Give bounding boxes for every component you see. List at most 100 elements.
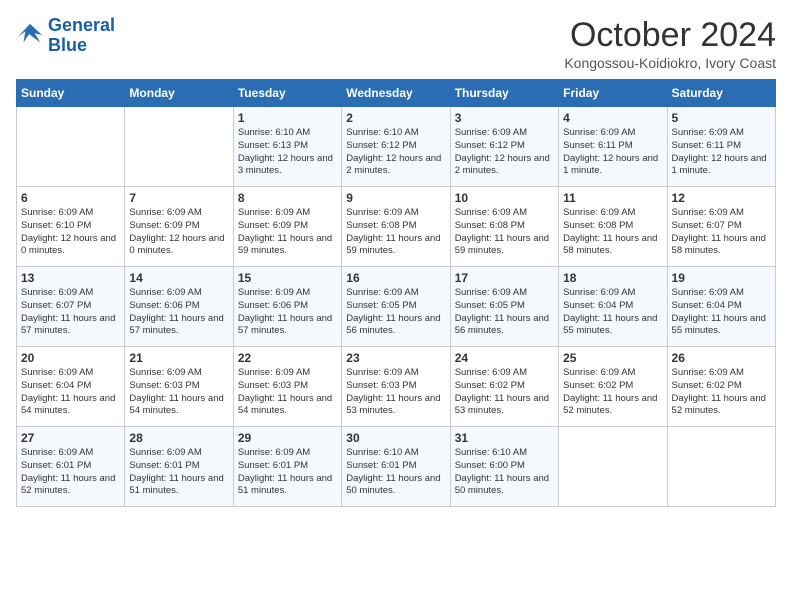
day-info: Sunrise: 6:09 AM Sunset: 6:05 PM Dayligh…	[346, 287, 445, 338]
calendar-week-row: 20 Sunrise: 6:09 AM Sunset: 6:04 PM Dayli…	[17, 347, 776, 427]
calendar-day-cell	[559, 427, 667, 507]
calendar-day-cell: 13 Sunrise: 6:09 AM Sunset: 6:07 PM Dayli…	[17, 267, 125, 347]
day-number: 7	[129, 191, 228, 205]
day-info: Sunrise: 6:10 AM Sunset: 6:00 PM Dayligh…	[455, 447, 554, 498]
day-info: Sunrise: 6:09 AM Sunset: 6:07 PM Dayligh…	[672, 207, 771, 258]
calendar-day-cell: 7 Sunrise: 6:09 AM Sunset: 6:09 PM Daylig…	[125, 187, 233, 267]
calendar-day-cell: 22 Sunrise: 6:09 AM Sunset: 6:03 PM Dayli…	[233, 347, 341, 427]
day-number: 15	[238, 271, 337, 285]
calendar-day-cell: 1Sunrise: 6:10 AM Sunset: 6:13 PM Daylig…	[233, 107, 341, 187]
calendar-day-cell	[17, 107, 125, 187]
weekday-header-cell: Tuesday	[233, 80, 341, 107]
calendar-day-cell: 5 Sunrise: 6:09 AM Sunset: 6:11 PM Daylig…	[667, 107, 775, 187]
day-info: Sunrise: 6:09 AM Sunset: 6:04 PM Dayligh…	[672, 287, 771, 338]
calendar-day-cell: 24 Sunrise: 6:09 AM Sunset: 6:02 PM Dayli…	[450, 347, 558, 427]
calendar-week-row: 13 Sunrise: 6:09 AM Sunset: 6:07 PM Dayli…	[17, 267, 776, 347]
calendar-day-cell: 20 Sunrise: 6:09 AM Sunset: 6:04 PM Dayli…	[17, 347, 125, 427]
weekday-header-cell: Sunday	[17, 80, 125, 107]
day-info: Sunrise: 6:09 AM Sunset: 6:09 PM Dayligh…	[129, 207, 228, 258]
day-info: Sunrise: 6:10 AM Sunset: 6:01 PM Dayligh…	[346, 447, 445, 498]
weekday-header-cell: Friday	[559, 80, 667, 107]
calendar-day-cell	[125, 107, 233, 187]
day-number: 9	[346, 191, 445, 205]
calendar-table: SundayMondayTuesdayWednesdayThursdayFrid…	[16, 79, 776, 507]
day-number: 14	[129, 271, 228, 285]
calendar-day-cell: 9 Sunrise: 6:09 AM Sunset: 6:08 PM Daylig…	[342, 187, 450, 267]
day-number: 31	[455, 431, 554, 445]
day-number: 22	[238, 351, 337, 365]
day-info: Sunrise: 6:09 AM Sunset: 6:01 PM Dayligh…	[129, 447, 228, 498]
page-header: General Blue October 2024 Kongossou-Koid…	[16, 16, 776, 71]
calendar-day-cell: 31 Sunrise: 6:10 AM Sunset: 6:00 PM Dayli…	[450, 427, 558, 507]
calendar-body: 1Sunrise: 6:10 AM Sunset: 6:13 PM Daylig…	[17, 107, 776, 507]
day-number: 10	[455, 191, 554, 205]
day-info: Sunrise: 6:09 AM Sunset: 6:08 PM Dayligh…	[455, 207, 554, 258]
day-info: Sunrise: 6:09 AM Sunset: 6:11 PM Dayligh…	[672, 127, 771, 178]
weekday-header-cell: Thursday	[450, 80, 558, 107]
day-number: 4	[563, 111, 662, 125]
day-number: 25	[563, 351, 662, 365]
calendar-day-cell: 11Sunrise: 6:09 AM Sunset: 6:08 PM Dayli…	[559, 187, 667, 267]
logo: General Blue	[16, 16, 115, 56]
calendar-day-cell: 21 Sunrise: 6:09 AM Sunset: 6:03 PM Dayli…	[125, 347, 233, 427]
day-number: 28	[129, 431, 228, 445]
calendar-day-cell: 27Sunrise: 6:09 AM Sunset: 6:01 PM Dayli…	[17, 427, 125, 507]
day-number: 27	[21, 431, 120, 445]
calendar-day-cell: 3Sunrise: 6:09 AM Sunset: 6:12 PM Daylig…	[450, 107, 558, 187]
day-number: 6	[21, 191, 120, 205]
day-info: Sunrise: 6:09 AM Sunset: 6:03 PM Dayligh…	[238, 367, 337, 418]
title-block: October 2024 Kongossou-Koidiokro, Ivory …	[564, 16, 776, 71]
logo-icon	[16, 22, 44, 50]
logo-blue: Blue	[48, 35, 87, 55]
day-info: Sunrise: 6:09 AM Sunset: 6:06 PM Dayligh…	[238, 287, 337, 338]
day-info: Sunrise: 6:09 AM Sunset: 6:04 PM Dayligh…	[21, 367, 120, 418]
calendar-day-cell: 17 Sunrise: 6:09 AM Sunset: 6:05 PM Dayli…	[450, 267, 558, 347]
day-info: Sunrise: 6:09 AM Sunset: 6:02 PM Dayligh…	[672, 367, 771, 418]
weekday-header-cell: Saturday	[667, 80, 775, 107]
day-number: 5	[672, 111, 771, 125]
day-info: Sunrise: 6:09 AM Sunset: 6:03 PM Dayligh…	[129, 367, 228, 418]
calendar-day-cell: 29Sunrise: 6:09 AM Sunset: 6:01 PM Dayli…	[233, 427, 341, 507]
day-number: 13	[21, 271, 120, 285]
calendar-day-cell: 18 Sunrise: 6:09 AM Sunset: 6:04 PM Dayli…	[559, 267, 667, 347]
day-number: 18	[563, 271, 662, 285]
calendar-day-cell: 15 Sunrise: 6:09 AM Sunset: 6:06 PM Dayli…	[233, 267, 341, 347]
day-number: 21	[129, 351, 228, 365]
calendar-week-row: 27 Sunrise: 6:09 AM Sunset: 6:01 PM Dayli…	[17, 427, 776, 507]
calendar-day-cell: 19 Sunrise: 6:09 AM Sunset: 6:04 PM Dayli…	[667, 267, 775, 347]
day-info: Sunrise: 6:09 AM Sunset: 6:04 PM Dayligh…	[563, 287, 662, 338]
calendar-day-cell: 4Sunrise: 6:09 AM Sunset: 6:11 PM Daylig…	[559, 107, 667, 187]
calendar-day-cell: 30Sunrise: 6:10 AM Sunset: 6:01 PM Dayli…	[342, 427, 450, 507]
day-number: 26	[672, 351, 771, 365]
calendar-day-cell: 23 Sunrise: 6:09 AM Sunset: 6:03 PM Dayli…	[342, 347, 450, 427]
day-info: Sunrise: 6:09 AM Sunset: 6:03 PM Dayligh…	[346, 367, 445, 418]
day-info: Sunrise: 6:09 AM Sunset: 6:07 PM Dayligh…	[21, 287, 120, 338]
day-info: Sunrise: 6:10 AM Sunset: 6:13 PM Dayligh…	[238, 127, 337, 178]
location-subtitle: Kongossou-Koidiokro, Ivory Coast	[564, 55, 776, 71]
weekday-header-cell: Monday	[125, 80, 233, 107]
day-info: Sunrise: 6:09 AM Sunset: 6:08 PM Dayligh…	[346, 207, 445, 258]
calendar-day-cell: 16Sunrise: 6:09 AM Sunset: 6:05 PM Dayli…	[342, 267, 450, 347]
calendar-day-cell: 6 Sunrise: 6:09 AM Sunset: 6:10 PM Daylig…	[17, 187, 125, 267]
day-number: 17	[455, 271, 554, 285]
day-number: 23	[346, 351, 445, 365]
day-info: Sunrise: 6:09 AM Sunset: 6:08 PM Dayligh…	[563, 207, 662, 258]
logo-general: General	[48, 15, 115, 35]
day-number: 20	[21, 351, 120, 365]
day-number: 8	[238, 191, 337, 205]
day-info: Sunrise: 6:09 AM Sunset: 6:06 PM Dayligh…	[129, 287, 228, 338]
day-number: 2	[346, 111, 445, 125]
calendar-day-cell: 8Sunrise: 6:09 AM Sunset: 6:09 PM Daylig…	[233, 187, 341, 267]
day-info: Sunrise: 6:09 AM Sunset: 6:02 PM Dayligh…	[455, 367, 554, 418]
calendar-day-cell: 2Sunrise: 6:10 AM Sunset: 6:12 PM Daylig…	[342, 107, 450, 187]
month-title: October 2024	[564, 16, 776, 55]
day-number: 24	[455, 351, 554, 365]
calendar-day-cell: 28 Sunrise: 6:09 AM Sunset: 6:01 PM Dayli…	[125, 427, 233, 507]
day-number: 3	[455, 111, 554, 125]
day-number: 19	[672, 271, 771, 285]
day-info: Sunrise: 6:09 AM Sunset: 6:10 PM Dayligh…	[21, 207, 120, 258]
day-info: Sunrise: 6:09 AM Sunset: 6:01 PM Dayligh…	[238, 447, 337, 498]
day-info: Sunrise: 6:09 AM Sunset: 6:05 PM Dayligh…	[455, 287, 554, 338]
calendar-day-cell: 14 Sunrise: 6:09 AM Sunset: 6:06 PM Dayli…	[125, 267, 233, 347]
calendar-week-row: 6 Sunrise: 6:09 AM Sunset: 6:10 PM Daylig…	[17, 187, 776, 267]
